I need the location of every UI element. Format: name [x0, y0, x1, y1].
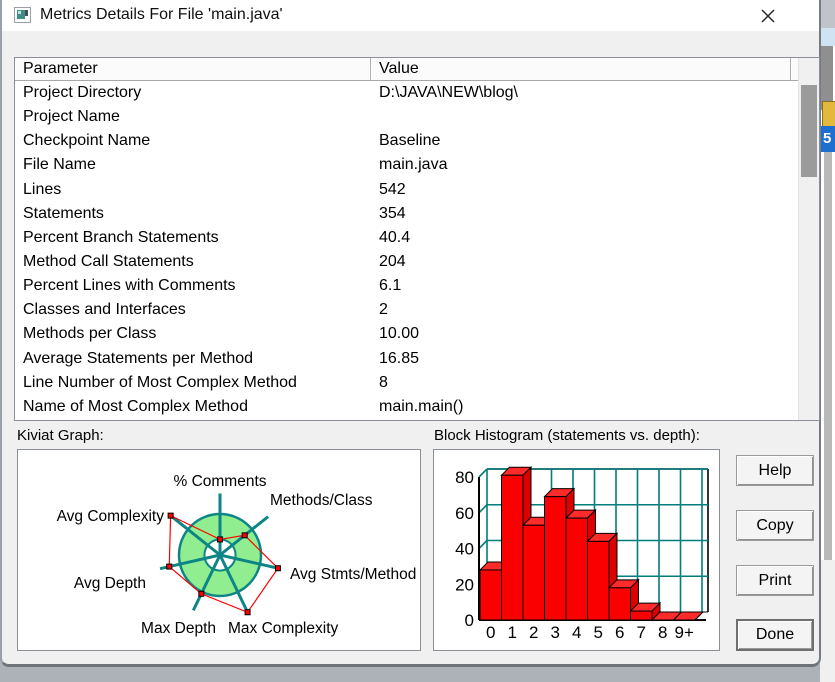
- svg-text:8: 8: [658, 623, 667, 642]
- copy-button[interactable]: Copy: [736, 510, 814, 541]
- value-cell: 354: [379, 204, 406, 222]
- table-row[interactable]: Name of Most Complex Method main.main(): [15, 395, 799, 419]
- parameter-cell: Percent Branch Statements: [23, 228, 219, 246]
- metrics-details-dialog: Metrics Details For File 'main.java' Par…: [0, 0, 821, 667]
- window-title: Metrics Details For File 'main.java': [40, 6, 283, 23]
- block-histogram-panel: 0 20 40 60 80 0 1 2 3 4 5 6 7 8 9+: [433, 449, 720, 651]
- table-row[interactable]: Average Statements per Method 16.85: [15, 347, 799, 371]
- table-row[interactable]: Project Directory D:\JAVA\NEW\blog\: [15, 81, 799, 105]
- svg-text:Avg Complexity: Avg Complexity: [57, 508, 165, 525]
- svg-text:0: 0: [486, 623, 495, 642]
- parameter-cell: Method Call Statements: [23, 253, 194, 271]
- svg-text:60: 60: [455, 504, 474, 523]
- table-scrollbar[interactable]: [798, 58, 819, 420]
- parameter-cell: Methods per Class: [23, 325, 157, 343]
- table-row[interactable]: Statements 354: [15, 202, 799, 226]
- table-row[interactable]: Percent Lines with Comments 6.1: [15, 274, 799, 298]
- app-icon: [14, 7, 31, 23]
- value-cell: 204: [379, 253, 406, 271]
- print-button[interactable]: Print: [736, 565, 814, 596]
- value-cell: 40.4: [379, 228, 411, 246]
- column-header-parameter[interactable]: Parameter: [15, 58, 371, 81]
- svg-text:20: 20: [455, 575, 474, 594]
- svg-text:1: 1: [508, 623, 517, 642]
- background-file-icon: [822, 101, 835, 127]
- svg-text:Max Depth: Max Depth: [141, 620, 216, 637]
- value-cell: 16.85: [379, 349, 420, 367]
- value-cell: 2: [379, 301, 388, 319]
- parameter-cell: Statements: [23, 204, 104, 222]
- svg-text:0: 0: [465, 611, 474, 630]
- background-selected-item: 5: [820, 126, 835, 152]
- value-cell: main.java: [379, 156, 448, 174]
- close-button[interactable]: [755, 4, 781, 28]
- parameter-cell: Line Number of Most Complex Method: [23, 373, 297, 391]
- value-cell: 8: [379, 373, 388, 391]
- titlebar[interactable]: Metrics Details For File 'main.java': [2, 0, 819, 31]
- done-button[interactable]: Done: [736, 619, 814, 651]
- screen: 5 Metrics Details For File 'main.java' P…: [0, 0, 835, 682]
- parameter-cell: Project Directory: [23, 84, 142, 102]
- table-row[interactable]: File Name main.java: [15, 153, 799, 177]
- svg-text:7: 7: [637, 623, 646, 642]
- svg-text:Methods/Class: Methods/Class: [270, 492, 373, 509]
- table-rows: Project Directory D:\JAVA\NEW\blog\ Projec…: [15, 81, 799, 420]
- svg-text:Avg Depth: Avg Depth: [74, 575, 146, 592]
- help-button[interactable]: Help: [736, 455, 814, 486]
- parameter-cell: Average Statements per Method: [23, 349, 254, 367]
- background-scrollbar-track: [824, 152, 832, 562]
- table-row[interactable]: Methods per Class 10.00: [15, 322, 799, 346]
- background-toolbar-fragment: [820, 0, 835, 28]
- svg-text:% Comments: % Comments: [173, 473, 266, 490]
- table-row[interactable]: Checkpoint Name Baseline: [15, 129, 799, 153]
- value-cell: Baseline: [379, 132, 441, 150]
- table-row[interactable]: Line Number of Most Complex Method 8: [15, 371, 799, 395]
- parameter-cell: Checkpoint Name: [23, 132, 151, 150]
- kiviat-graph-label: Kiviat Graph:: [17, 427, 104, 444]
- table-row[interactable]: Lines 542: [15, 178, 799, 202]
- block-histogram-chart: 0204060800 1 2 3 4 5 6 7 8 9+: [455, 466, 709, 642]
- parameter-cell: File Name: [23, 156, 96, 174]
- close-icon: [761, 9, 775, 23]
- svg-text:Max Complexity: Max Complexity: [228, 620, 338, 637]
- value-cell: 10.00: [379, 325, 420, 343]
- table-row[interactable]: Classes and Interfaces 2: [15, 298, 799, 322]
- svg-text:3: 3: [551, 623, 560, 642]
- svg-text:80: 80: [455, 468, 474, 487]
- kiviat-radar-chart: % CommentsMethods/Class Avg Stmts/Method M…: [57, 473, 417, 637]
- metrics-table: Parameter Value Project Directory D:\JAVA…: [14, 57, 820, 421]
- value-cell: 542: [379, 180, 406, 198]
- svg-text:9+: 9+: [675, 623, 694, 642]
- block-histogram-label: Block Histogram (statements vs. depth):: [434, 427, 700, 444]
- table-row[interactable]: Percent Branch Statements 40.4: [15, 226, 799, 250]
- parameter-cell: Name of Most Complex Method: [23, 397, 248, 415]
- background-panel-fragment: [820, 560, 835, 682]
- svg-text:40: 40: [455, 540, 474, 559]
- table-scrollbar-thumb[interactable]: [801, 85, 817, 177]
- svg-text:6: 6: [615, 623, 624, 642]
- parameter-cell: Project Name: [23, 108, 120, 126]
- background-window-strip: 5: [820, 0, 835, 682]
- table-header-row: Parameter Value: [15, 58, 799, 81]
- value-cell: D:\JAVA\NEW\blog\: [379, 84, 518, 102]
- parameter-cell: Percent Lines with Comments: [23, 277, 236, 295]
- kiviat-graph-panel: % Comments Methods/Class Avg Stmts/Method M…: [17, 449, 421, 651]
- value-cell: 6.1: [379, 277, 402, 295]
- background-band: [820, 28, 835, 46]
- svg-text:2: 2: [529, 623, 538, 642]
- value-cell: main.main(): [379, 397, 464, 415]
- table-row[interactable]: Method Call Statements 204: [15, 250, 799, 274]
- parameter-cell: Classes and Interfaces: [23, 301, 186, 319]
- parameter-cell: Lines: [23, 180, 62, 198]
- svg-text:5: 5: [594, 623, 603, 642]
- svg-text:4: 4: [572, 623, 581, 642]
- column-header-value[interactable]: Value: [371, 58, 791, 81]
- table-row[interactable]: Project Name: [15, 105, 799, 129]
- svg-text:Avg Stmts/Method: Avg Stmts/Method: [290, 566, 416, 583]
